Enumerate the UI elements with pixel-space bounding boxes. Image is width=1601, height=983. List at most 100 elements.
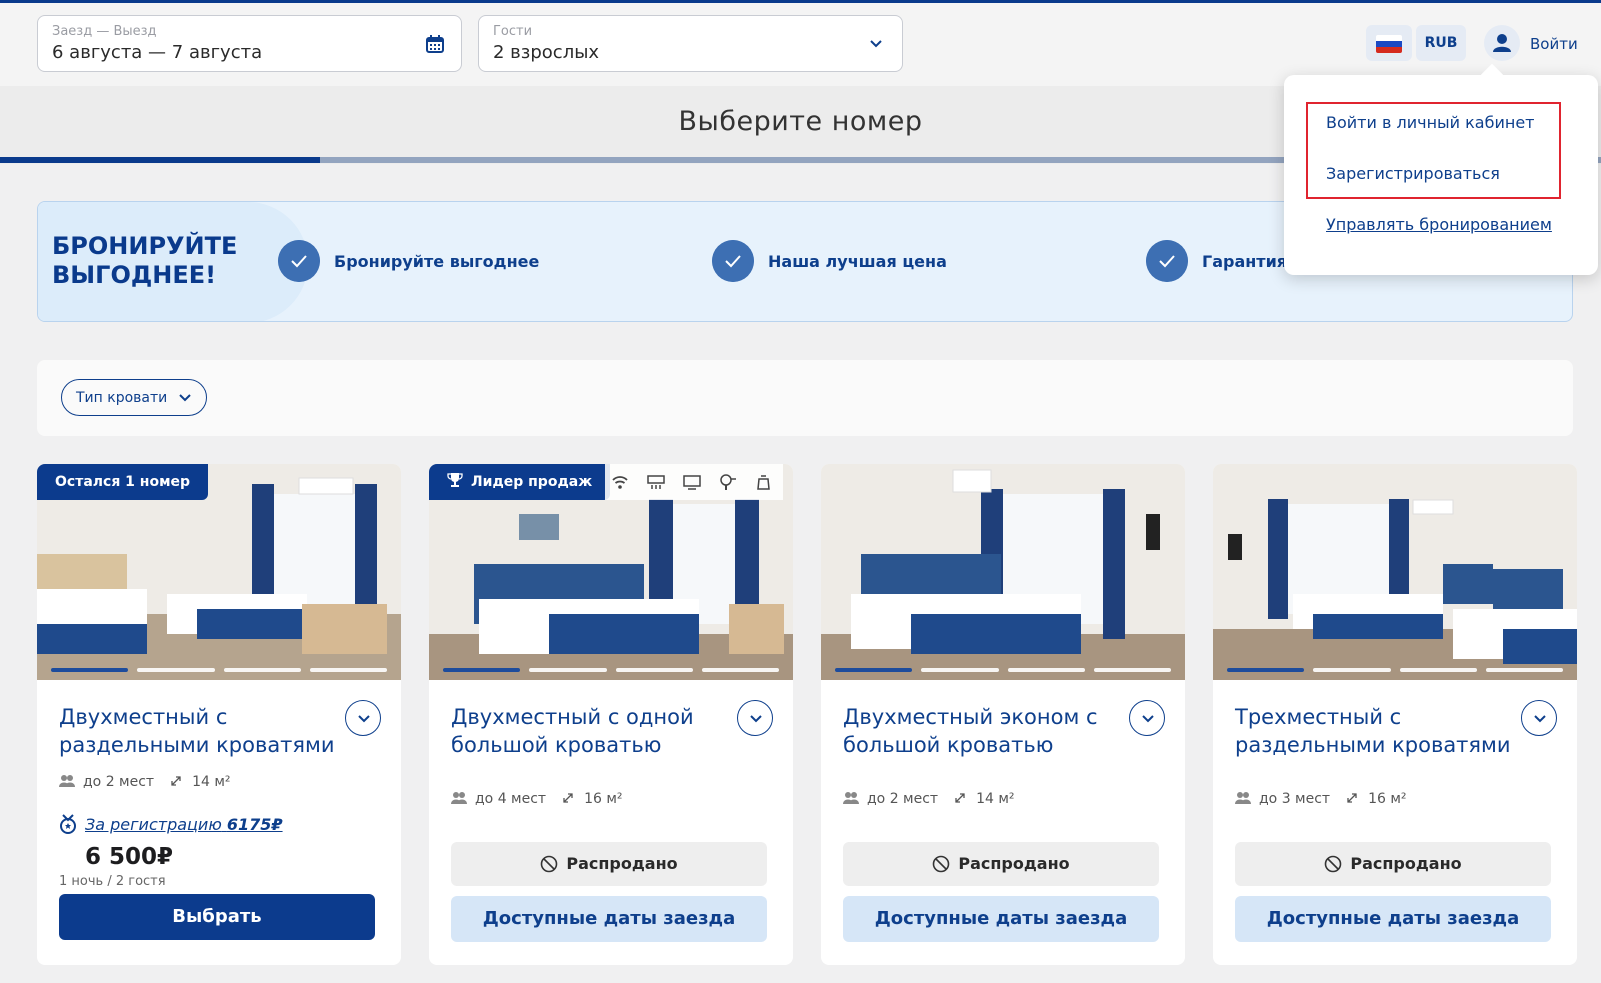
- room-title[interactable]: Двухместный эконом с большой кроватью: [843, 703, 1133, 759]
- calendar-icon: [426, 35, 444, 53]
- area-icon: [1347, 793, 1357, 803]
- room-photo[interactable]: Остался 1 номер: [37, 464, 401, 680]
- medal-icon: [60, 814, 76, 834]
- area-icon: [171, 776, 181, 786]
- room-meta: до 2 мест 14 м²: [843, 791, 1015, 807]
- carousel-dots[interactable]: [443, 668, 779, 673]
- room-area: 16 м²: [1368, 791, 1407, 807]
- dropdown-item-register[interactable]: Зарегистрироваться: [1326, 164, 1500, 183]
- room-meta: до 4 мест 16 м²: [451, 791, 623, 807]
- room-capacity: до 2 мест: [867, 791, 939, 807]
- bestseller-label: Лидер продаж: [471, 474, 593, 490]
- room-capacity: до 4 мест: [475, 791, 547, 807]
- expand-button[interactable]: [345, 700, 381, 736]
- carousel-dots[interactable]: [835, 668, 1171, 673]
- expand-button[interactable]: [737, 700, 773, 736]
- sold-out-status: Распродано: [1235, 842, 1551, 886]
- area-icon: [563, 793, 573, 803]
- room-photo[interactable]: [821, 464, 1185, 680]
- chevron-down-icon: [870, 40, 882, 48]
- amenities-bar: [605, 464, 783, 500]
- chevron-down-icon: [1534, 715, 1546, 723]
- prohibited-icon: [541, 855, 558, 873]
- room-area: 16 м²: [584, 791, 623, 807]
- price-note: 1 ночь / 2 гостя: [59, 874, 166, 889]
- perk-label: Наша лучшая цена: [768, 252, 947, 271]
- bestseller-badge: Лидер продаж: [429, 464, 611, 500]
- check-icon: [1146, 240, 1188, 282]
- select-button[interactable]: Выбрать: [59, 894, 375, 940]
- wifi-icon: [611, 473, 629, 491]
- room-card: Лидер продаж Двухместный с одной большой…: [429, 464, 793, 965]
- check-icon: [278, 240, 320, 282]
- dropdown-item-login[interactable]: Войти в личный кабинет: [1326, 113, 1535, 132]
- area-icon: [955, 793, 965, 803]
- room-title[interactable]: Двухместный с одной большой кроватью: [451, 703, 741, 759]
- language-button[interactable]: [1366, 25, 1412, 61]
- login-link[interactable]: Войти: [1530, 35, 1578, 53]
- perk-label: Гарантия: [1202, 252, 1288, 271]
- available-dates-button[interactable]: Доступные даты заезда: [451, 896, 767, 942]
- sold-out-status: Распродано: [451, 842, 767, 886]
- room-capacity: до 3 мест: [1259, 791, 1331, 807]
- bonus-prefix: За регистрацию: [85, 815, 222, 834]
- room-card: Остался 1 номер Двухместный с раздельным…: [37, 464, 401, 965]
- currency-button[interactable]: RUB: [1416, 25, 1466, 61]
- available-dates-button[interactable]: Доступные даты заезда: [843, 896, 1159, 942]
- hairdryer-icon: [719, 473, 737, 491]
- account-dropdown: Войти в личный кабинет Зарегистрироватьс…: [1284, 63, 1598, 275]
- sold-out-status: Распродано: [843, 842, 1159, 886]
- progress-fill: [0, 157, 321, 163]
- chevron-down-icon: [358, 715, 370, 723]
- registration-bonus[interactable]: За регистрацию 6175₽: [59, 814, 283, 834]
- check-icon: [712, 240, 754, 282]
- bonus-value: 6175₽: [226, 815, 283, 834]
- bed-type-filter[interactable]: Тип кровати: [61, 379, 207, 416]
- room-meta: до 3 мест 16 м²: [1235, 791, 1407, 807]
- promo-heading: БРОНИРУЙТЕ ВЫГОДНЕЕ!: [52, 232, 238, 289]
- room-card: Двухместный эконом с большой кроватью до…: [821, 464, 1185, 965]
- guests-field[interactable]: Гости 2 взрослых: [478, 15, 903, 72]
- chevron-down-icon: [1142, 715, 1154, 723]
- expand-button[interactable]: [1129, 700, 1165, 736]
- sold-out-label: Распродано: [958, 854, 1070, 873]
- guests-icon: [1235, 792, 1251, 804]
- user-icon[interactable]: [1484, 25, 1520, 61]
- promo-left-panel: БРОНИРУЙТЕ ВЫГОДНЕЕ!: [38, 202, 308, 321]
- room-photo[interactable]: [1213, 464, 1577, 680]
- guests-value: 2 взрослых: [493, 42, 600, 63]
- expand-button[interactable]: [1521, 700, 1557, 736]
- tv-icon: [683, 473, 701, 491]
- guests-label: Гости: [493, 24, 533, 39]
- prohibited-icon: [1325, 855, 1342, 873]
- bed-type-label: Тип кровати: [76, 390, 168, 406]
- sold-out-label: Распродано: [1350, 854, 1462, 873]
- chevron-down-icon: [179, 394, 191, 402]
- guests-icon: [59, 775, 75, 787]
- filter-bar: Тип кровати: [37, 360, 1573, 436]
- room-card: Трехместный с раздельными кроватями до 3…: [1213, 464, 1577, 965]
- room-meta: до 2 мест 14 м²: [59, 774, 231, 790]
- prohibited-icon: [933, 855, 950, 873]
- dropdown-item-manage-booking[interactable]: Управлять бронированием: [1326, 215, 1552, 234]
- trophy-icon: [447, 473, 463, 487]
- availability-badge: Остался 1 номер: [37, 464, 209, 500]
- carousel-dots[interactable]: [51, 668, 387, 673]
- russia-flag-icon: [1376, 35, 1402, 53]
- dates-field[interactable]: Заезд — Выезд 6 августа — 7 августа: [37, 15, 462, 72]
- carousel-dots[interactable]: [1227, 668, 1563, 673]
- room-title[interactable]: Трехместный с раздельными кроватями: [1235, 703, 1525, 759]
- room-area: 14 м²: [192, 774, 231, 790]
- room-price: 6 500₽: [85, 844, 174, 870]
- guests-icon: [843, 792, 859, 804]
- available-dates-button[interactable]: Доступные даты заезда: [1235, 896, 1551, 942]
- dates-value: 6 августа — 7 августа: [52, 42, 263, 63]
- guests-icon: [451, 792, 467, 804]
- room-area: 14 м²: [976, 791, 1015, 807]
- chevron-down-icon: [750, 715, 762, 723]
- kettle-icon: [755, 473, 773, 491]
- air-conditioner-icon: [647, 473, 665, 491]
- room-photo[interactable]: Лидер продаж: [429, 464, 793, 680]
- room-title[interactable]: Двухместный с раздельными кроватями: [59, 703, 349, 759]
- room-capacity: до 2 мест: [83, 774, 155, 790]
